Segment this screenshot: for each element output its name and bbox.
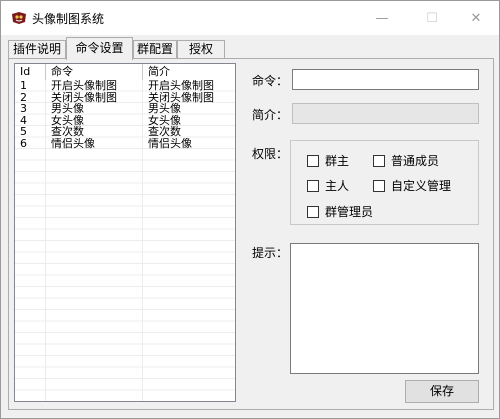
checkbox-label: 群主 <box>325 154 350 168</box>
cell-command: 查次数 <box>51 126 84 138</box>
table-row[interactable]: 4 女头像 女头像 <box>15 115 235 127</box>
cell-command: 开启头像制图 <box>51 80 117 92</box>
checkbox-icon <box>307 154 319 167</box>
cell-command: 关闭头像制图 <box>51 91 117 103</box>
checkbox-group-admin[interactable]: 群管理员 <box>307 203 373 220</box>
cell-command: 情侣头像 <box>51 137 95 149</box>
checkbox-icon <box>307 205 319 218</box>
column-header-command[interactable]: 命令 <box>46 64 143 80</box>
checkbox-label: 主人 <box>325 179 350 193</box>
cell-summary: 情侣头像 <box>148 137 192 149</box>
cell-id: 4 <box>20 114 27 126</box>
save-button[interactable]: 保存 <box>405 380 479 403</box>
close-button[interactable]: ✕ <box>453 1 499 35</box>
maximize-icon: ☐ <box>426 10 438 26</box>
app-logo-icon <box>12 12 26 24</box>
checkbox-icon <box>373 179 385 192</box>
title-bar[interactable]: 头像制图系统 — ☐ ✕ <box>1 1 499 35</box>
permission-label: 权限： <box>252 147 289 161</box>
tab-group-config[interactable]: 群配置 <box>133 40 177 59</box>
cell-summary: 关闭头像制图 <box>148 91 214 103</box>
column-header-id[interactable]: Id <box>15 64 46 80</box>
cell-id: 3 <box>20 103 27 115</box>
tab-plugin-info[interactable]: 插件说明 <box>8 40 66 59</box>
minimize-button[interactable]: — <box>359 1 405 35</box>
hint-textarea[interactable] <box>290 243 479 374</box>
hint-label: 提示： <box>252 246 289 260</box>
cell-summary: 男头像 <box>148 103 181 115</box>
column-header-summary[interactable]: 简介 <box>143 64 235 80</box>
cell-summary: 查次数 <box>148 126 181 138</box>
checkbox-custom-admin[interactable]: 自定义管理 <box>373 177 451 194</box>
command-list[interactable]: Id 命令 简介 1 开启头像制图 开启头像制图 2 关闭头像制图 关闭头像制图… <box>14 63 236 402</box>
table-row[interactable]: 1 开启头像制图 开启头像制图 <box>15 80 235 92</box>
command-input[interactable] <box>292 69 479 90</box>
checkbox-group-owner[interactable]: 群主 <box>307 152 349 169</box>
checkbox-icon <box>307 179 319 192</box>
table-row[interactable]: 5 查次数 查次数 <box>15 126 235 138</box>
close-icon: ✕ <box>470 10 482 26</box>
cell-id: 1 <box>20 80 27 92</box>
cell-command: 男头像 <box>51 103 84 115</box>
checkbox-label: 群管理员 <box>325 205 374 219</box>
window-title: 头像制图系统 <box>32 12 105 26</box>
minimize-icon: — <box>375 10 389 26</box>
table-row[interactable]: 3 男头像 男头像 <box>15 103 235 115</box>
checkbox-master[interactable]: 主人 <box>307 177 349 194</box>
cell-id: 5 <box>20 126 27 138</box>
cell-summary: 开启头像制图 <box>148 80 214 92</box>
table-row[interactable]: 6 情侣头像 情侣头像 <box>15 138 235 150</box>
list-body: 1 开启头像制图 开启头像制图 2 关闭头像制图 关闭头像制图 3 男头像 男头… <box>15 80 235 149</box>
summary-label: 简介： <box>252 108 289 122</box>
checkbox-icon <box>373 154 385 167</box>
cell-id: 6 <box>20 137 27 149</box>
app-window: 头像制图系统 — ☐ ✕ 插件说明 命令设置 群配置 授权 Id 命令 简介 1… <box>0 0 500 419</box>
checkbox-label: 普通成员 <box>391 154 440 168</box>
permission-group: 群主 普通成员 主人 自定义管理 群管理员 <box>290 140 479 225</box>
tab-command-settings[interactable]: 命令设置 <box>66 37 133 60</box>
cell-id: 2 <box>20 91 27 103</box>
table-row[interactable]: 2 关闭头像制图 关闭头像制图 <box>15 92 235 104</box>
checkbox-normal-member[interactable]: 普通成员 <box>373 152 439 169</box>
tab-authorization[interactable]: 授权 <box>177 40 225 59</box>
summary-input[interactable] <box>292 103 479 124</box>
cell-command: 女头像 <box>51 114 84 126</box>
cell-summary: 女头像 <box>148 114 181 126</box>
command-label: 命令： <box>252 74 289 88</box>
list-header: Id 命令 简介 <box>15 64 235 80</box>
checkbox-label: 自定义管理 <box>391 179 452 193</box>
maximize-button[interactable]: ☐ <box>409 1 455 35</box>
